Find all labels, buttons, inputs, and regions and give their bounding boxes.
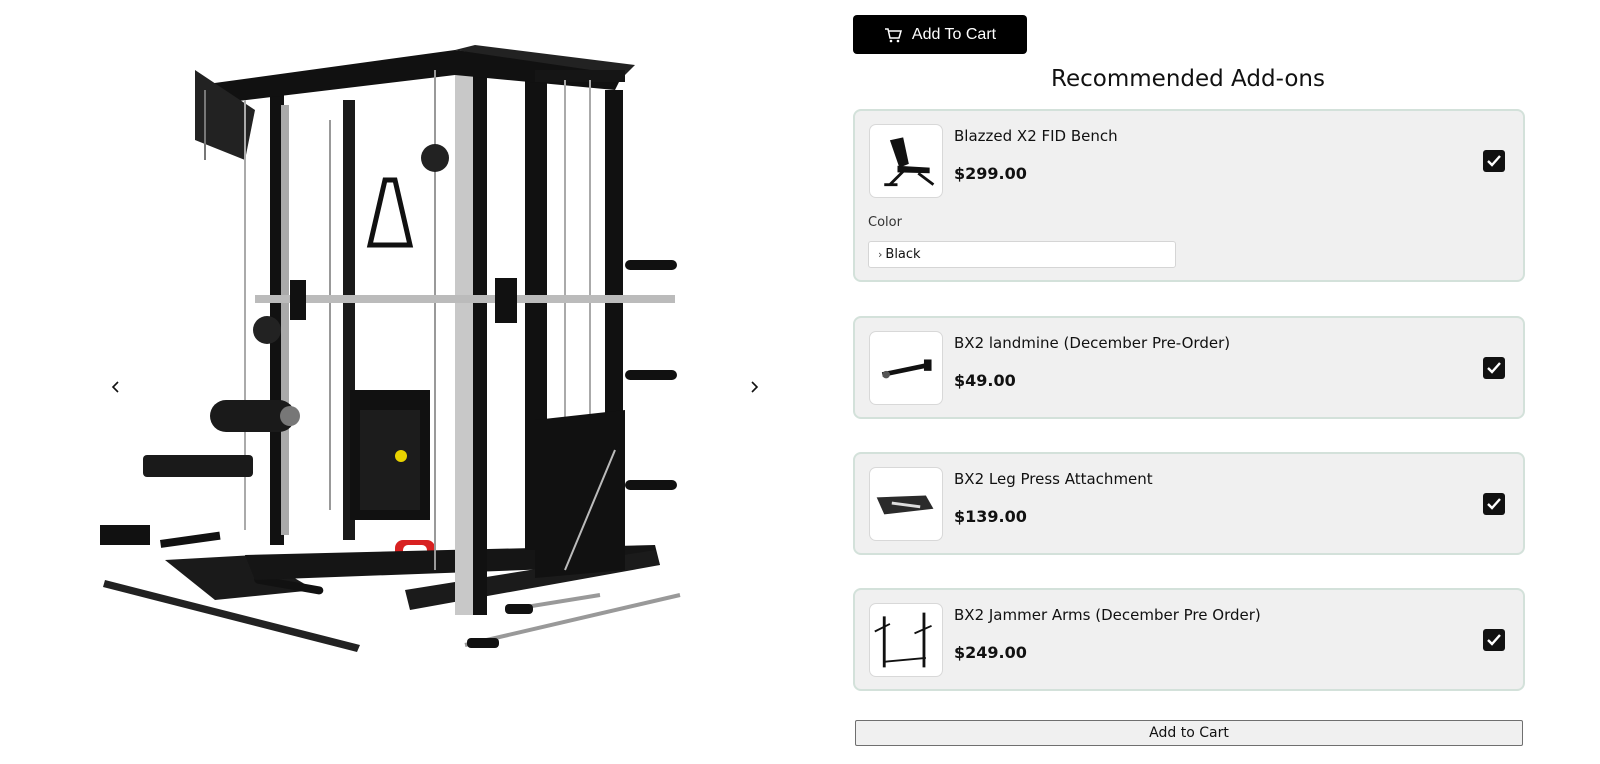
add-to-cart-button-top[interactable]: Add To Cart [853,15,1027,54]
addon-checkbox[interactable] [1483,493,1505,515]
product-gallery [0,0,820,764]
addon-name: BX2 landmine (December Pre-Order) [954,334,1231,352]
addon-name: Blazzed X2 FID Bench [954,127,1118,145]
color-select[interactable]: › Black [868,241,1176,268]
checkmark-icon [1487,498,1501,510]
cart-icon [884,27,902,42]
checkmark-icon [1487,362,1501,374]
addon-thumbnail-landmine [869,331,943,405]
addon-card: BX2 Jammer Arms (December Pre Order) $24… [853,588,1525,691]
checkmark-icon [1487,634,1501,646]
addon-name: BX2 Leg Press Attachment [954,470,1153,488]
addon-price: $249.00 [954,643,1027,662]
addon-card: Blazzed X2 FID Bench $299.00 Color › Bla… [853,109,1525,282]
checkmark-icon [1487,155,1501,167]
add-to-cart-button-bottom[interactable]: Add to Cart [855,720,1523,746]
addon-checkbox[interactable] [1483,629,1505,651]
add-to-cart-label: Add To Cart [911,25,997,43]
addon-price: $49.00 [954,371,1016,390]
addon-thumbnail-leg-press [869,467,943,541]
addon-card: BX2 landmine (December Pre-Order) $49.00 [853,316,1525,419]
addon-price: $299.00 [954,164,1027,183]
addon-thumbnail-bench [869,124,943,198]
gallery-prev-button[interactable] [104,375,128,399]
chevron-right-icon: › [878,248,883,261]
color-select-value: Black [885,247,921,262]
chevron-left-icon [111,381,119,393]
addon-card: BX2 Leg Press Attachment $139.00 [853,452,1525,555]
addon-checkbox[interactable] [1483,150,1505,172]
recommended-addons-title: Recommended Add-ons [1051,66,1325,92]
addon-name: BX2 Jammer Arms (December Pre Order) [954,606,1261,624]
gallery-next-button[interactable] [742,375,766,399]
color-label: Color [868,215,902,230]
addon-checkbox[interactable] [1483,357,1505,379]
product-image-home-gym [100,45,681,652]
addon-thumbnail-jammer-arms [869,603,943,677]
addon-price: $139.00 [954,507,1027,526]
chevron-right-icon [751,381,759,393]
